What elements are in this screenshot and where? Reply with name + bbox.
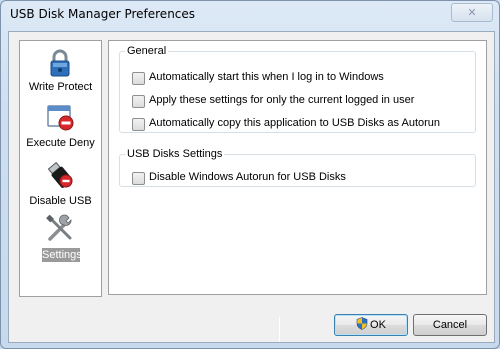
ok-button[interactable]: OK [334, 314, 408, 336]
close-button[interactable]: ✕ [451, 3, 493, 22]
current-user-label: Apply these settings for only the curren… [149, 94, 415, 106]
sidebar: Write Protect Execute Deny Disable USB S… [19, 40, 102, 297]
settings-panel: General Automatically start this when I … [108, 40, 487, 295]
padlock-icon [50, 49, 70, 77]
window-title: USB Disk Manager Preferences [10, 7, 196, 21]
usb-drive-icon [47, 161, 73, 188]
sidebar-item-settings[interactable]: Settings [20, 213, 101, 263]
current-user-checkbox[interactable] [132, 95, 145, 108]
divider [279, 317, 280, 342]
sidebar-item-label: Disable USB [29, 195, 92, 207]
sidebar-item-label: Write Protect [28, 81, 93, 93]
sidebar-item-disable-usb[interactable]: Disable USB [20, 159, 101, 207]
autorun-copy-checkbox[interactable] [132, 118, 145, 131]
auto-start-checkbox[interactable] [132, 72, 145, 85]
sidebar-item-write-protect[interactable]: Write Protect [20, 47, 101, 93]
disable-autorun-checkbox[interactable] [132, 172, 145, 185]
sidebar-item-execute-deny[interactable]: Execute Deny [20, 101, 101, 151]
dialog-body: Write Protect Execute Deny Disable USB S… [8, 31, 495, 343]
preferences-window: USB Disk Manager Preferences ✕ Write Pro… [0, 0, 500, 349]
disable-autorun-label: Disable Windows Autorun for USB Disks [149, 171, 346, 183]
tools-icon [46, 214, 72, 241]
autorun-copy-label: Automatically copy this application to U… [149, 117, 441, 129]
usb-disks-settings-title: USB Disks Settings [127, 148, 223, 160]
usb-disks-settings-group: USB Disks Settings Disable Windows Autor… [119, 148, 476, 187]
title-bar: USB Disk Manager Preferences ✕ [1, 1, 499, 29]
auto-start-label: Automatically start this when I log in t… [149, 71, 384, 83]
sidebar-item-label: Execute Deny [26, 137, 95, 149]
sidebar-item-label: Settings [42, 248, 82, 262]
general-group: General Automatically start this when I … [119, 45, 476, 133]
uac-shield-icon [356, 317, 368, 330]
cancel-button[interactable]: Cancel [413, 314, 487, 336]
deny-window-icon [47, 105, 74, 131]
general-group-title: General [127, 45, 167, 57]
ok-label: OK [370, 319, 386, 331]
